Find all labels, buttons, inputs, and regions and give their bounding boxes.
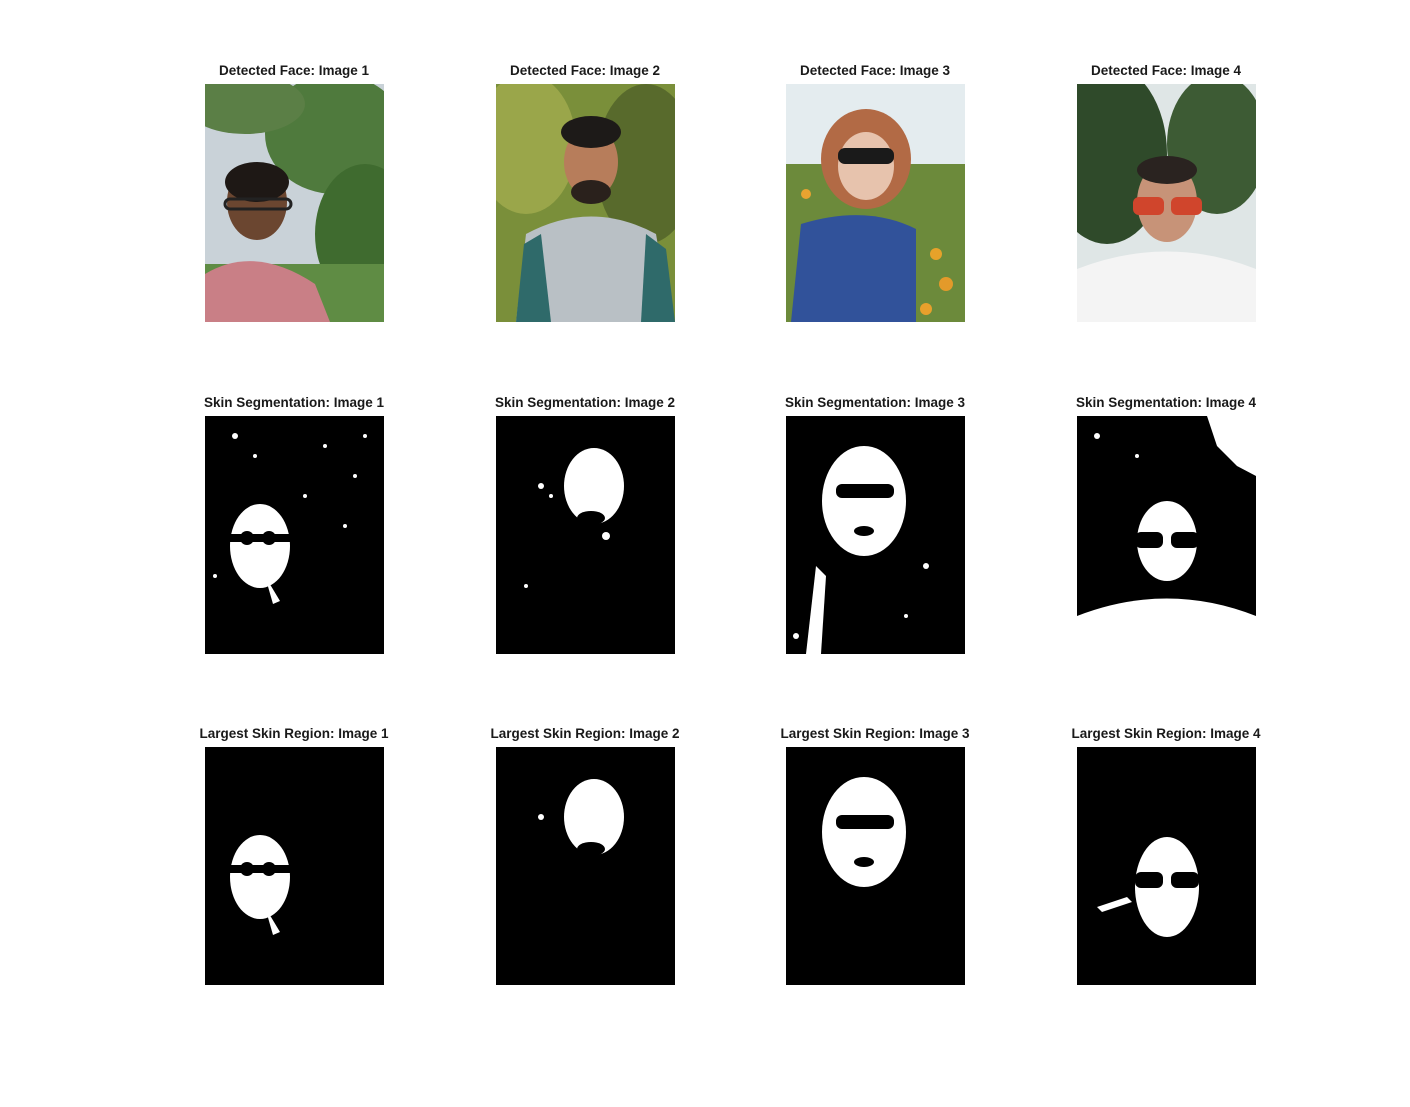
photo-panel-3 [786, 84, 965, 322]
subplot-largest-skin-region-2: Largest Skin Region: Image 2 [465, 723, 705, 1003]
subplot-detected-face-2: Detected Face: Image 2 [465, 60, 705, 340]
subplot-detected-face-4: Detected Face: Image 4 [1046, 60, 1286, 340]
subplot-largest-skin-region-3: Largest Skin Region: Image 3 [755, 723, 995, 1003]
subplot-title: Skin Segmentation: Image 2 [494, 395, 676, 410]
subplot-largest-skin-region-1: Largest Skin Region: Image 1 [174, 723, 414, 1003]
mask-panel-8 [1077, 747, 1256, 985]
subplot-skin-segmentation-4: Skin Segmentation: Image 4 [1046, 392, 1286, 672]
figure-grid: Detected Face: Image 1 Detected Face: Im… [0, 0, 1410, 1107]
subplot-title: Largest Skin Region: Image 3 [780, 726, 970, 741]
subplot-skin-segmentation-3: Skin Segmentation: Image 3 [755, 392, 995, 672]
subplot-title: Detected Face: Image 2 [509, 63, 661, 78]
subplot-title: Largest Skin Region: Image 4 [1071, 726, 1261, 741]
mask-panel-7 [786, 747, 965, 985]
mask-panel-2 [496, 416, 675, 654]
subplot-detected-face-3: Detected Face: Image 3 [755, 60, 995, 340]
mask-panel-3 [786, 416, 965, 654]
mask-panel-6 [496, 747, 675, 985]
photo-panel-2 [496, 84, 675, 322]
subplot-largest-skin-region-4: Largest Skin Region: Image 4 [1046, 723, 1286, 1003]
photo-panel-4 [1077, 84, 1256, 322]
subplot-title: Skin Segmentation: Image 3 [784, 395, 966, 410]
mask-panel-1 [205, 416, 384, 654]
subplot-title: Detected Face: Image 4 [1090, 63, 1242, 78]
mask-panel-5 [205, 747, 384, 985]
subplot-skin-segmentation-2: Skin Segmentation: Image 2 [465, 392, 705, 672]
subplot-title: Detected Face: Image 1 [218, 63, 370, 78]
subplot-title: Largest Skin Region: Image 1 [199, 726, 389, 741]
subplot-title: Detected Face: Image 3 [799, 63, 951, 78]
subplot-detected-face-1: Detected Face: Image 1 [174, 60, 414, 340]
subplot-title: Skin Segmentation: Image 4 [1075, 395, 1257, 410]
mask-panel-4 [1077, 416, 1256, 654]
subplot-skin-segmentation-1: Skin Segmentation: Image 1 [174, 392, 414, 672]
subplot-title: Largest Skin Region: Image 2 [490, 726, 680, 741]
photo-panel-1 [205, 84, 384, 322]
subplot-title: Skin Segmentation: Image 1 [203, 395, 385, 410]
